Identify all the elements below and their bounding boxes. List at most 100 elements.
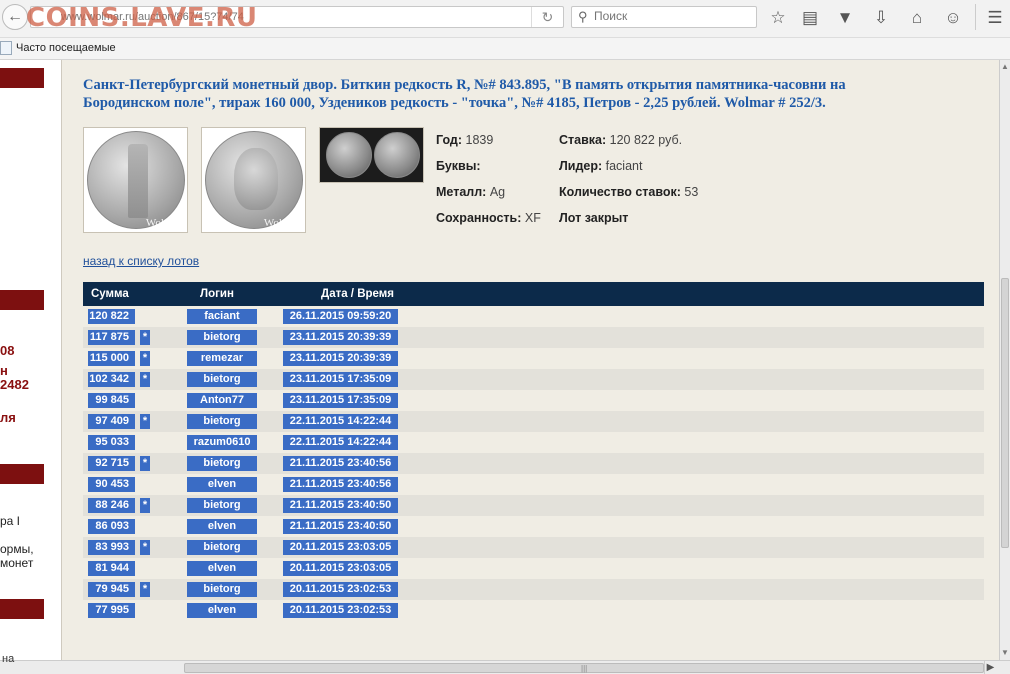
download-icon[interactable]: ⇩ <box>869 6 893 30</box>
monument-depiction <box>128 144 148 218</box>
scroll-up-icon[interactable]: ▲ <box>1000 60 1010 74</box>
scroll-down-icon[interactable]: ▼ <box>1000 646 1010 660</box>
search-icon: ⚲ <box>578 9 588 24</box>
bid-login[interactable]: elven <box>187 519 257 534</box>
sidebar-text: 2482 <box>0 377 29 392</box>
coin-both-sides-image[interactable] <box>319 127 424 183</box>
table-row: 117 875 * bietorg 23.11.2015 20:39:39 <box>83 327 984 348</box>
table-row: 97 409 * bietorg 22.11.2015 14:22:44 <box>83 411 984 432</box>
header-login: Логин <box>200 288 234 300</box>
back-to-lots-link[interactable]: назад к списку лотов <box>83 254 199 268</box>
info-leader: Лидер: faciant <box>559 159 643 173</box>
lot-page: Санкт-Петербургский монетный двор. Битки… <box>63 60 999 660</box>
back-arrow-icon: ← <box>7 8 23 25</box>
bid-date: 23.11.2015 20:39:39 <box>283 351 398 366</box>
pocket-icon[interactable]: ▼ <box>833 6 857 30</box>
bid-sum: 99 845 <box>88 393 135 408</box>
watermark-text: Wolmar <box>263 217 299 229</box>
scroll-right-icon[interactable]: ▶ <box>984 661 996 674</box>
bid-sum: 77 995 <box>88 603 135 618</box>
bids-table-body: 120 822 faciant 26.11.2015 09:59:20 117 875… <box>83 306 984 621</box>
reload-icon[interactable]: ↻ <box>531 7 563 27</box>
bid-date: 21.11.2015 23:40:50 <box>283 519 398 534</box>
bid-star-marker: * <box>140 498 150 513</box>
sidebar-text[interactable]: ра I <box>0 514 20 528</box>
bid-login[interactable]: bietorg <box>187 330 257 345</box>
sidebar-header-block <box>0 599 44 619</box>
bid-login[interactable]: bietorg <box>187 456 257 471</box>
table-row: 90 453 elven 21.11.2015 23:40:56 <box>83 474 984 495</box>
bid-sum: 79 945 <box>88 582 135 597</box>
bid-date: 23.11.2015 17:35:09 <box>283 393 398 408</box>
table-row: 99 845 Anton77 23.11.2015 17:35:09 <box>83 390 984 411</box>
info-year: Год: 1839 <box>436 133 494 147</box>
chat-icon[interactable]: ☺ <box>941 6 965 30</box>
bid-sum: 95 033 <box>88 435 135 450</box>
back-button[interactable]: ← <box>2 4 28 30</box>
bid-date: 26.11.2015 09:59:20 <box>283 309 398 324</box>
search-input[interactable] <box>594 9 744 23</box>
sidebar-text[interactable]: монет <box>0 556 33 570</box>
bid-login[interactable]: faciant <box>187 309 257 324</box>
bid-date: 20.11.2015 23:03:05 <box>283 540 398 555</box>
bid-date: 23.11.2015 17:35:09 <box>283 372 398 387</box>
table-row: 77 995 elven 20.11.2015 23:02:53 <box>83 600 984 621</box>
bid-star-marker: * <box>140 582 150 597</box>
lot-status: Лот закрыт <box>559 211 629 225</box>
header-sum: Сумма <box>91 288 129 300</box>
sidebar-text[interactable]: ормы, <box>0 542 34 556</box>
bid-date: 22.11.2015 14:22:44 <box>283 435 398 450</box>
search-bar[interactable]: ⚲ <box>571 6 757 28</box>
star-icon[interactable]: ☆ <box>766 6 790 30</box>
table-row: 83 993 * bietorg 20.11.2015 23:03:05 <box>83 537 984 558</box>
bid-star-marker: * <box>140 330 150 345</box>
coin-reverse <box>87 131 185 229</box>
bid-sum: 115 000 <box>88 351 135 366</box>
bid-star-marker: * <box>140 414 150 429</box>
bid-star-marker: * <box>140 540 150 555</box>
bid-date: 21.11.2015 23:40:56 <box>283 456 398 471</box>
home-icon[interactable]: ⌂ <box>905 6 929 30</box>
table-row: 102 342 * bietorg 23.11.2015 17:35:09 <box>83 369 984 390</box>
coin-small-reverse <box>374 132 420 178</box>
bid-login[interactable]: elven <box>187 561 257 576</box>
watermark-text: Wolmar <box>145 217 181 229</box>
bid-login[interactable]: elven <box>187 603 257 618</box>
table-row: 81 944 elven 20.11.2015 23:03:05 <box>83 558 984 579</box>
horizontal-scroll-thumb[interactable]: ||| <box>184 663 984 673</box>
bid-login[interactable]: bietorg <box>187 540 257 555</box>
horizontal-scrollbar[interactable]: на ||| ▶ <box>0 653 1010 674</box>
bid-login[interactable]: bietorg <box>187 498 257 513</box>
table-row: 88 246 * bietorg 21.11.2015 23:40:50 <box>83 495 984 516</box>
left-sidebar: 08 н 2482 ля ра I ормы, монет <box>0 60 62 660</box>
bookmarks-toolbar: Часто посещаемые <box>0 38 1010 60</box>
sidebar-text: на <box>2 653 15 665</box>
bid-login[interactable]: remezar <box>187 351 257 366</box>
bid-date: 22.11.2015 14:22:44 <box>283 414 398 429</box>
reading-list-icon[interactable]: ▤ <box>798 6 822 30</box>
bid-login[interactable]: Anton77 <box>187 393 257 408</box>
vertical-scrollbar[interactable]: ▲ ▼ <box>999 60 1010 660</box>
bid-login[interactable]: elven <box>187 477 257 492</box>
bid-login[interactable]: bietorg <box>187 372 257 387</box>
bid-login[interactable]: bietorg <box>187 582 257 597</box>
table-row: 86 093 elven 21.11.2015 23:40:50 <box>83 516 984 537</box>
bids-table-header: Сумма Логин Дата / Время <box>83 282 984 306</box>
bid-date: 23.11.2015 20:39:39 <box>283 330 398 345</box>
vertical-scroll-thumb[interactable] <box>1001 278 1009 548</box>
info-metal: Металл: Ag <box>436 185 506 199</box>
bookmark-most-visited[interactable]: Часто посещаемые <box>16 42 116 54</box>
bids-table: Сумма Логин Дата / Время 120 822 faciant 2… <box>83 282 984 621</box>
bid-login[interactable]: razum0610 <box>187 435 257 450</box>
menu-icon[interactable]: ☰ <box>983 6 1007 30</box>
bid-date: 20.11.2015 23:03:05 <box>283 561 398 576</box>
bid-sum: 90 453 <box>88 477 135 492</box>
bid-login[interactable]: bietorg <box>187 414 257 429</box>
coin-obverse-image[interactable]: Wolmar <box>201 127 306 233</box>
info-condition: Сохранность: XF <box>436 211 541 225</box>
info-letters: Буквы: <box>436 159 481 173</box>
bookmark-folder-icon <box>0 41 12 55</box>
table-row: 79 945 * bietorg 20.11.2015 23:02:53 <box>83 579 984 600</box>
info-bid-count: Количество ставок: 53 <box>559 185 699 199</box>
coin-reverse-image[interactable]: Wolmar <box>83 127 188 233</box>
